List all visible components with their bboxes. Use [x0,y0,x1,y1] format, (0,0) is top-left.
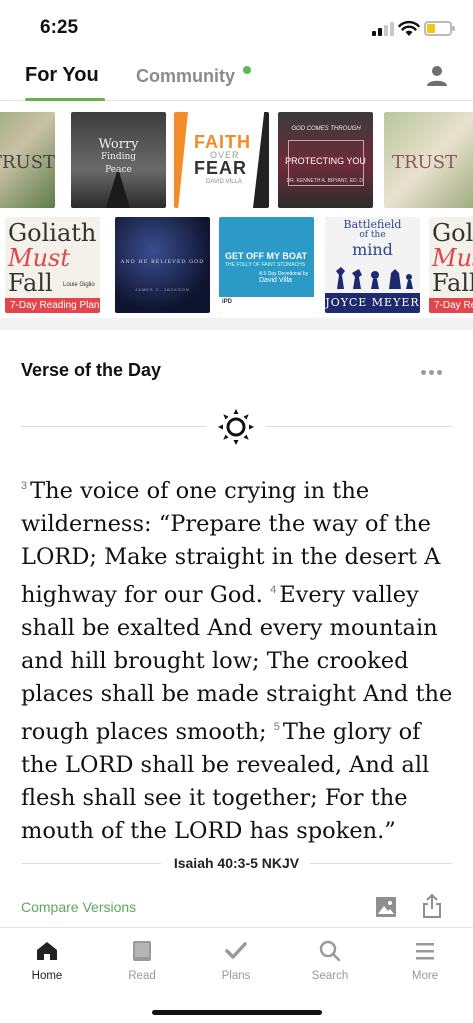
nav-home[interactable]: Home [0,928,94,990]
chess-pieces-image [336,267,413,289]
notification-dot [243,66,251,74]
sun-icon [218,409,254,445]
nav-label: Search [311,970,349,982]
plan-tile[interactable]: Goliath Must Fall 7-Day Reading Plan [429,217,473,313]
plan-tile[interactable]: TRUST [0,112,55,208]
divider [266,426,452,427]
tab-for-you[interactable]: For You [25,64,99,87]
profile-icon[interactable] [425,64,449,88]
section-divider [0,318,473,330]
nav-label: More [411,970,439,982]
nav-read[interactable]: Read [95,928,189,990]
menu-icon [416,943,434,960]
plan-tile[interactable]: GOD COMES THROUGH PROTECTING YOU DR. KEN… [278,112,373,208]
top-tabs: For You Community [0,56,473,101]
plan-title: GET OFF MY BOAT [225,251,308,261]
plan-title: Battlefield of the [343,218,402,240]
plan-title: TRUST [0,152,55,173]
bottom-nav: Home Read Plans Search More [0,927,473,1023]
verse-text[interactable]: 3 The voice of one crying in the wilderne… [21,470,461,848]
tab-community[interactable]: Community [136,66,235,87]
verse-number: 4 [270,584,277,596]
share-icon[interactable] [420,893,444,919]
plan-title: Worry Finding Peace [98,137,139,175]
signal-icon [372,22,394,36]
plan-tile[interactable]: TRUST [384,112,473,208]
ipd-logo: iPD [222,299,233,305]
nav-plans[interactable]: Plans [189,928,283,990]
battery-icon [424,21,455,36]
plans-row-1: TRUST Worry Finding Peace FAITH OVER FEA… [0,112,473,208]
search-icon [319,940,341,962]
reading-plan-badge: 7-Day Reading Plan [429,298,473,313]
status-bar: 6:25 [0,0,473,56]
verse-number: 3 [21,480,28,492]
plans-carousel: TRUST Worry Finding Peace FAITH OVER FEA… [0,101,473,318]
verse-reference[interactable]: Isaiah 40:3-5 NKJV [0,855,473,871]
verse-number: 5 [273,721,280,733]
nav-label: Plans [221,970,251,982]
more-options-icon[interactable] [421,370,443,376]
plan-tile[interactable]: FAITH OVER FEAR DAVID VILLA [174,112,269,208]
home-icon [37,942,57,960]
plan-title: PROTECTING YOU [285,156,366,166]
verse-of-the-day-title: Verse of the Day [21,360,162,380]
plan-tile[interactable]: Goliath Must Fall Louie Giglio 7-Day Rea… [5,217,100,313]
plan-tile[interactable]: GET OFF MY BOAT THE FOLLY OF FAINT STOMA… [219,217,314,313]
nav-search[interactable]: Search [283,928,377,990]
plan-tile[interactable]: Worry Finding Peace [71,112,166,208]
book-icon [133,941,151,961]
plan-title: TRUST [392,152,458,173]
nav-more[interactable]: More [378,928,472,990]
wifi-icon [398,20,420,36]
plan-title: Goliath [432,219,473,247]
nav-label: Read [128,970,156,982]
image-icon[interactable] [375,896,397,918]
plans-row-2: Goliath Must Fall Louie Giglio 7-Day Rea… [0,217,473,313]
plan-tile[interactable]: AND HE BELIEVED GOD JAMES C. JACKSON [115,217,210,313]
reading-plan-badge: 7-Day Reading Plan [5,298,100,313]
checkmark-icon [225,942,247,959]
compare-versions-link[interactable]: Compare Versions [21,899,136,915]
status-time: 6:25 [40,17,79,38]
plan-title: AND HE BELIEVED GOD [120,259,205,265]
nav-label: Home [31,970,63,982]
home-indicator[interactable] [152,1010,322,1015]
plan-tile[interactable]: Battlefield of the mind JOYCE MEYER [325,217,420,313]
plan-title: Goliath [8,219,97,247]
divider [21,426,206,427]
